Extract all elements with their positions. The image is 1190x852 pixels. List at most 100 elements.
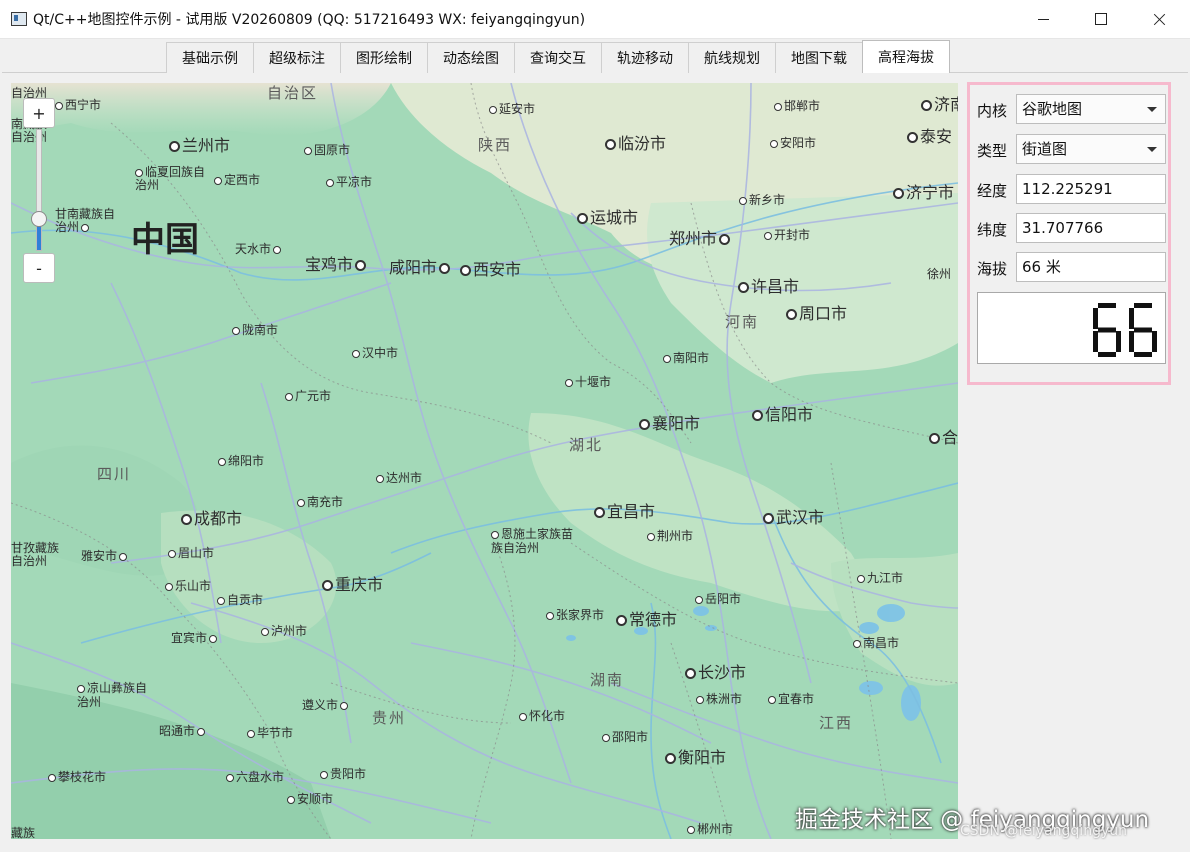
map-city-label: 凉山彝族自治州 <box>77 681 148 709</box>
close-button[interactable] <box>1130 0 1188 38</box>
map-city-label: 自贡市 <box>217 594 263 606</box>
lcd-segment <box>1152 331 1157 352</box>
type-select-value: 街道图 <box>1022 140 1068 158</box>
map-city-label: 平凉市 <box>326 176 372 188</box>
map-city-label: 株洲市 <box>696 693 742 705</box>
map-city-label: 西宁市 <box>55 99 101 111</box>
type-select[interactable]: 街道图 <box>1016 134 1166 164</box>
map-city-label: 咸阳市 <box>389 260 452 276</box>
map-city-label: 张家界市 <box>546 609 604 621</box>
minimize-button[interactable] <box>1014 0 1072 38</box>
lcd-digits <box>1093 303 1157 357</box>
map-city-label: 常德市 <box>616 612 677 628</box>
tab-track[interactable]: 轨迹移动 <box>601 42 689 73</box>
tab-elevation[interactable]: 高程海拔 <box>862 40 950 73</box>
tab-shape-draw[interactable]: 图形绘制 <box>340 42 428 73</box>
altitude-field[interactable]: 66 米 <box>1016 252 1166 282</box>
map-city-label: 陇南市 <box>232 324 278 336</box>
map-city-label: 定西市 <box>214 174 260 186</box>
map-city-label: 邵阳市 <box>602 731 648 743</box>
map-city-label: 南阳市 <box>663 352 709 364</box>
map-city-label: 衡阳市 <box>665 750 726 766</box>
title-bar: Qt/C++地图控件示例 - 试用版 V20260809 (QQ: 517216… <box>0 0 1190 39</box>
map-city-label: 郑州市 <box>669 231 732 247</box>
maximize-icon <box>1095 13 1107 25</box>
map-city-label: 泰安 <box>907 129 952 145</box>
tab-dynamic-draw[interactable]: 动态绘图 <box>427 42 515 73</box>
map-city-label: 济南 <box>921 97 958 113</box>
maximize-button[interactable] <box>1072 0 1130 38</box>
map-city-label: 广元市 <box>285 390 331 402</box>
map-city-label: 荆州市 <box>647 530 693 542</box>
map-city-label: 怀化市 <box>519 710 565 722</box>
map-city-label: 重庆市 <box>322 577 383 593</box>
map-city-label: 固原市 <box>304 144 350 156</box>
lcd-segment <box>1134 327 1152 333</box>
map-city-label: 遵义市 <box>302 699 350 711</box>
window-title: Qt/C++地图控件示例 - 试用版 V20260809 (QQ: 517216… <box>33 12 586 28</box>
elevation-panel: 内核 谷歌地图 类型 街道图 经度 112.225291 纬度 31.70776… <box>967 82 1171 385</box>
map-city-label: 徐州 <box>927 267 952 281</box>
tab-download[interactable]: 地图下载 <box>775 42 863 73</box>
map-province-label: 自治区 <box>267 84 319 102</box>
map-city-label: 六盘水市 <box>226 771 284 783</box>
map-city-label: 泸州市 <box>261 625 307 637</box>
map-city-label: 南充市 <box>297 496 343 508</box>
map-province-label: 江西 <box>819 714 854 732</box>
core-select[interactable]: 谷歌地图 <box>1016 94 1166 124</box>
map-city-label: 周口市 <box>786 306 847 322</box>
close-icon <box>1153 13 1166 26</box>
map-city-label: 临夏回族自治州 <box>135 165 206 192</box>
map-city-label: 九江市 <box>857 572 903 584</box>
tab-route[interactable]: 航线规划 <box>688 42 776 73</box>
map-country-label: 中国 <box>131 220 199 260</box>
latitude-label: 纬度 <box>977 221 1008 239</box>
core-label: 内核 <box>977 102 1008 120</box>
lcd-segment <box>1098 327 1116 333</box>
map-city-label: 乐山市 <box>165 580 211 592</box>
zoom-slider-handle[interactable] <box>31 211 47 227</box>
map-view[interactable]: 自治州 西宁市 南藏族 自治州 自治区 兰州市 临夏回族自治州 定西市 固原市 … <box>11 83 958 839</box>
map-city-label: 雅安市 <box>81 550 129 562</box>
map-city-label: 汉中市 <box>352 347 398 359</box>
map-city-label: 岳阳市 <box>695 593 741 605</box>
map-city-label: 甘南藏族自治州 <box>55 207 116 234</box>
longitude-label: 经度 <box>977 182 1008 200</box>
altitude-lcd <box>977 292 1166 364</box>
latitude-field[interactable]: 31.707766 <box>1016 213 1166 243</box>
map-city-label: 许昌市 <box>738 279 799 295</box>
tab-bar: 基础示例 超级标注 图形绘制 动态绘图 查询交互 轨迹移动 航线规划 地图下载 … <box>166 40 950 73</box>
tab-basic[interactable]: 基础示例 <box>166 42 254 73</box>
map-city-label: 眉山市 <box>168 547 214 559</box>
map-city-label: 信阳市 <box>752 407 813 423</box>
map-city-label: 达州市 <box>376 472 422 484</box>
map-city-label: 新乡市 <box>739 194 785 206</box>
zoom-out-button[interactable]: - <box>23 253 55 283</box>
map-city-label: 甘孜藏族自治州 <box>11 541 60 568</box>
map-province-label: 湖北 <box>569 436 604 454</box>
tab-super-marker[interactable]: 超级标注 <box>253 42 341 73</box>
longitude-field[interactable]: 112.225291 <box>1016 174 1166 204</box>
map-city-label: 十堰市 <box>565 376 611 388</box>
map-city-label: 恩施土家族苗族自治州 <box>491 527 574 555</box>
map-city-label: 兰州市 <box>169 138 230 154</box>
map-city-label: 邯郸市 <box>774 100 820 112</box>
map-city-label: 开封市 <box>764 229 810 241</box>
lcd-segment <box>1129 308 1134 329</box>
map-city-label: 宜宾市 <box>171 632 219 644</box>
map-city-label: 安顺市 <box>287 793 333 805</box>
map-city-label: 武汉市 <box>763 510 824 526</box>
map-city-label: 贵阳市 <box>320 768 366 780</box>
zoom-slider[interactable] <box>31 129 47 251</box>
map-city-label: 济宁市 <box>893 185 954 201</box>
core-select-value: 谷歌地图 <box>1022 100 1083 118</box>
lcd-segment <box>1134 352 1152 357</box>
lcd-segment <box>1098 352 1116 357</box>
lcd-segment <box>1116 331 1121 352</box>
map-city-label: 合肥 <box>929 430 958 446</box>
tab-query[interactable]: 查询交互 <box>514 42 602 73</box>
map-city-label: 襄阳市 <box>639 416 700 432</box>
map-province-label: 河南 <box>725 313 760 331</box>
zoom-in-button[interactable]: + <box>23 98 55 128</box>
lcd-segment <box>1129 331 1134 352</box>
